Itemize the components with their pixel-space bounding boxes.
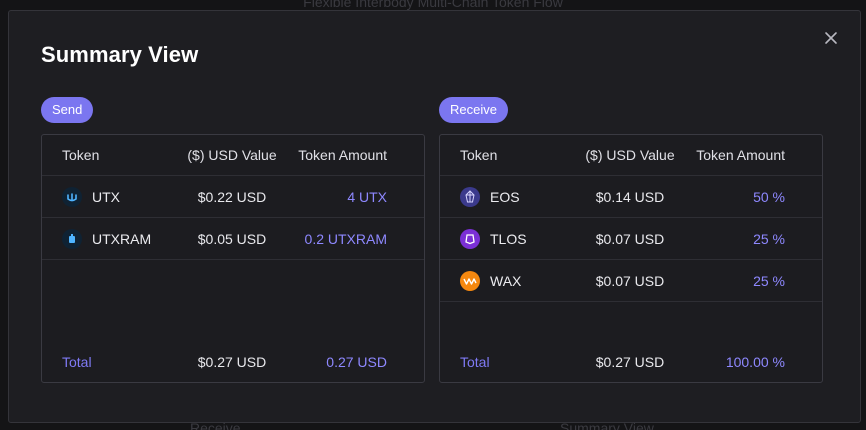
background-summary-label: Summary View: [560, 420, 654, 430]
total-label: Total: [460, 354, 490, 370]
usd-value: $0.07 USD: [595, 272, 665, 289]
token-name: TLOS: [490, 230, 527, 247]
header-usd-value: ($) USD Value: [585, 147, 675, 163]
total-amount: 100.00 %: [725, 354, 785, 370]
total-label: Total: [62, 354, 92, 370]
header-token-amount: Token Amount: [696, 147, 785, 163]
total-usd-value: $0.27 USD: [595, 354, 665, 370]
summary-modal: Summary View Send Token ($) USD Value To…: [8, 10, 861, 423]
send-table: Token ($) USD Value Token Amount UTX $0.…: [41, 134, 425, 383]
close-button[interactable]: [822, 29, 840, 47]
table-header: Token ($) USD Value Token Amount: [42, 135, 424, 176]
total-usd-value: $0.27 USD: [197, 354, 267, 370]
receive-badge: Receive: [439, 97, 508, 123]
token-amount: 25 %: [753, 230, 785, 247]
send-badge: Send: [41, 97, 94, 123]
token-amount: 4 UTX: [347, 188, 387, 205]
utxram-icon: [62, 228, 82, 249]
table-row: EOS $0.14 USD 50 %: [440, 176, 822, 218]
token-amount: 25 %: [753, 272, 785, 289]
utx-icon: [62, 186, 82, 207]
usd-value: $0.05 USD: [197, 230, 267, 247]
tlos-icon: [460, 228, 480, 249]
total-row: Total $0.27 USD 100.00 %: [440, 342, 822, 382]
total-row: Total $0.27 USD 0.27 USD: [42, 342, 424, 382]
header-token: Token: [62, 147, 100, 163]
token-amount: 0.2 UTXRAM: [304, 230, 387, 247]
table-header: Token ($) USD Value Token Amount: [440, 135, 822, 176]
total-amount: 0.27 USD: [326, 354, 387, 370]
modal-title: Summary View: [41, 42, 199, 67]
table-row: UTX $0.22 USD 4 UTX: [42, 176, 424, 218]
usd-value: $0.14 USD: [595, 188, 665, 205]
token-name: UTXRAM: [92, 230, 152, 247]
header-usd-value: ($) USD Value: [187, 147, 277, 163]
header-token: Token: [460, 147, 498, 163]
table-row: WAX $0.07 USD 25 %: [440, 260, 822, 302]
background-top-text: Flexible Interbody Multi-Chain Token Flo…: [303, 0, 563, 10]
token-name: EOS: [490, 188, 520, 205]
token-amount: 50 %: [753, 188, 785, 205]
usd-value: $0.22 USD: [197, 188, 267, 205]
token-name: UTX: [92, 188, 120, 205]
table-row: TLOS $0.07 USD 25 %: [440, 218, 822, 260]
background-receive-label: Receive: [190, 420, 241, 430]
usd-value: $0.07 USD: [595, 230, 665, 247]
close-icon: [825, 32, 837, 44]
wax-icon: [460, 270, 480, 291]
token-name: WAX: [490, 272, 522, 289]
eos-icon: [460, 186, 480, 207]
table-row: UTXRAM $0.05 USD 0.2 UTXRAM: [42, 218, 424, 260]
receive-table: Token ($) USD Value Token Amount EOS $0.…: [439, 134, 823, 383]
header-token-amount: Token Amount: [298, 147, 387, 163]
